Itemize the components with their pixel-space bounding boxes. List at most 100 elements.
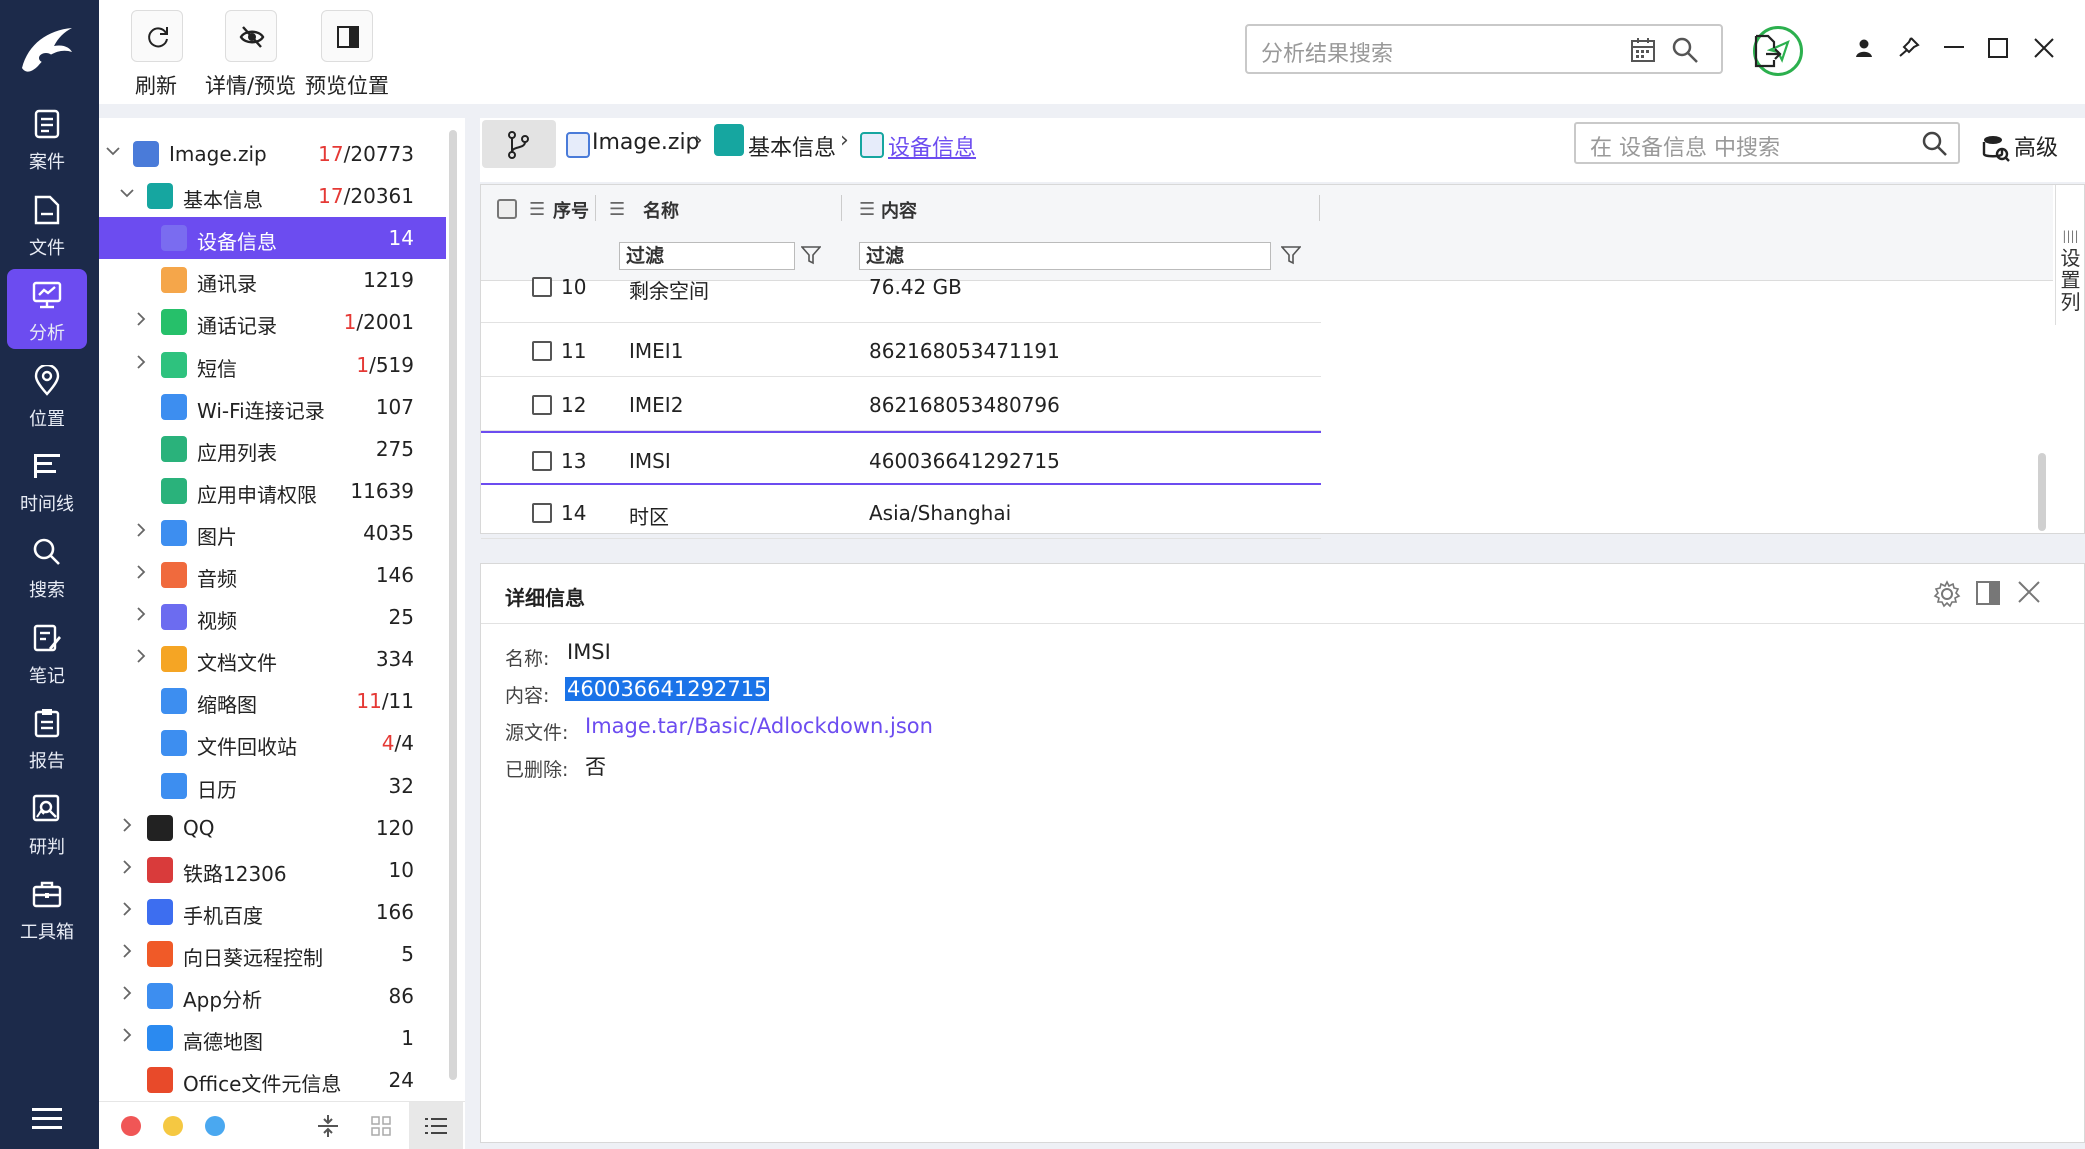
- tree-item[interactable]: 短信 1/519: [99, 344, 446, 386]
- chevron-right-icon[interactable]: [119, 985, 135, 1001]
- row-checkbox[interactable]: [532, 395, 552, 415]
- nav-item-case[interactable]: 案件: [7, 98, 87, 178]
- tree-item[interactable]: Image.zip 17/20773: [99, 133, 446, 175]
- nav-item-report[interactable]: 报告: [7, 697, 87, 777]
- table-row[interactable]: 10 剩余空间 76.42 GB: [481, 269, 1321, 323]
- nav-item-search[interactable]: 搜索: [7, 526, 87, 606]
- search-icon[interactable]: [1922, 131, 1948, 157]
- table-row[interactable]: 13 IMSI 460036641292715: [481, 431, 1321, 485]
- nav-item-judge[interactable]: 研判: [7, 783, 87, 863]
- content-filter-input[interactable]: 过滤: [859, 242, 1271, 270]
- chevron-right-icon[interactable]: [119, 901, 135, 917]
- breadcrumb-root[interactable]: Image.zip: [592, 130, 700, 155]
- row-checkbox[interactable]: [532, 277, 552, 297]
- tree-item[interactable]: 文档文件 334: [99, 638, 446, 680]
- tree-item[interactable]: App分析 86: [99, 975, 446, 1017]
- tree-item[interactable]: 图片 4035: [99, 512, 446, 554]
- close-icon[interactable]: [2034, 38, 2054, 58]
- tree-item[interactable]: 高德地图 1: [99, 1017, 446, 1059]
- row-checkbox[interactable]: [532, 503, 552, 523]
- pin-icon[interactable]: [1898, 36, 1920, 58]
- grid-view-icon[interactable]: [371, 1116, 391, 1136]
- tree-item[interactable]: Wi-Fi连接记录 107: [99, 386, 446, 428]
- maximize-icon[interactable]: [1988, 38, 2008, 58]
- nav-item-analysis[interactable]: 分析: [7, 269, 87, 350]
- nav-item-file[interactable]: 文件: [7, 184, 87, 264]
- chevron-right-icon[interactable]: [133, 564, 149, 580]
- export-file-icon[interactable]: [1752, 34, 1782, 68]
- tree-item[interactable]: 应用列表 275: [99, 428, 446, 470]
- nav-item-note[interactable]: 笔记: [7, 612, 87, 692]
- chevron-right-icon[interactable]: [119, 943, 135, 959]
- column-header-content[interactable]: 内容: [881, 197, 917, 223]
- filter-icon[interactable]: [1281, 245, 1301, 265]
- chevron-down-icon[interactable]: [105, 143, 121, 159]
- select-all-checkbox[interactable]: [497, 199, 517, 219]
- tree-item[interactable]: 音频 146: [99, 554, 446, 596]
- breadcrumb-category[interactable]: 基本信息: [748, 130, 836, 162]
- filter-icon[interactable]: [801, 245, 821, 265]
- tree-item[interactable]: 基本信息 17/20361: [99, 175, 446, 217]
- tree-item[interactable]: 通讯录 1219: [99, 259, 446, 301]
- tree-item[interactable]: 缩略图 11/11: [99, 680, 446, 722]
- chevron-right-icon[interactable]: [133, 354, 149, 370]
- table-row[interactable]: 14 时区 Asia/Shanghai: [481, 485, 1321, 539]
- table-row[interactable]: 12 IMEI2 862168053480796: [481, 377, 1321, 431]
- section-search-input[interactable]: 在 设备信息 中搜索: [1574, 122, 1960, 164]
- column-divider[interactable]: [841, 195, 842, 221]
- tree-item[interactable]: 手机百度 166: [99, 891, 446, 933]
- chevron-right-icon[interactable]: [119, 859, 135, 875]
- tree-item[interactable]: 视频 25: [99, 596, 446, 638]
- nav-item-timeline[interactable]: 时间线: [7, 440, 87, 520]
- search-icon[interactable]: [1671, 36, 1699, 64]
- gear-icon[interactable]: [1933, 580, 1961, 608]
- column-header-index[interactable]: 序号: [553, 197, 589, 223]
- column-header-name[interactable]: 名称: [643, 197, 679, 223]
- tree-item[interactable]: 铁路12306 10: [99, 849, 446, 891]
- chevron-down-icon[interactable]: [119, 185, 135, 201]
- column-divider[interactable]: [1319, 195, 1320, 221]
- detail-preview-button[interactable]: [225, 10, 277, 62]
- tree-item[interactable]: 文件回收站 4/4: [99, 722, 446, 764]
- chevron-right-icon[interactable]: [133, 648, 149, 664]
- tree-scrollbar[interactable]: [449, 130, 457, 1080]
- detail-source-link[interactable]: Image.tar/Basic/Adlockdown.json: [585, 714, 933, 738]
- red-dot-icon[interactable]: [121, 1116, 141, 1136]
- tree-item[interactable]: QQ 120: [99, 807, 446, 849]
- name-filter-input[interactable]: 过滤: [619, 242, 795, 270]
- tree-item[interactable]: 日历 32: [99, 765, 446, 807]
- column-divider[interactable]: [595, 195, 596, 221]
- tree-item[interactable]: 应用申请权限 11639: [99, 470, 446, 512]
- chevron-right-icon[interactable]: [119, 1027, 135, 1043]
- refresh-button[interactable]: [131, 10, 183, 62]
- column-menu-icon[interactable]: ☰: [859, 199, 875, 220]
- analysis-search-input[interactable]: 分析结果搜索: [1245, 24, 1723, 74]
- column-menu-icon[interactable]: ☰: [609, 199, 625, 220]
- minimize-icon[interactable]: [1944, 46, 1964, 50]
- calendar-icon[interactable]: [1629, 36, 1657, 64]
- chevron-right-icon[interactable]: [133, 606, 149, 622]
- yellow-dot-icon[interactable]: [163, 1116, 183, 1136]
- tree-item[interactable]: Office文件元信息 24: [99, 1059, 446, 1101]
- tree-item[interactable]: 通话记录 1/2001: [99, 301, 446, 343]
- detail-content-value[interactable]: 460036641292715: [565, 677, 770, 701]
- column-menu-icon[interactable]: ☰: [529, 199, 545, 220]
- nav-item-toolbox[interactable]: 工具箱: [7, 868, 87, 948]
- tree-item[interactable]: 向日葵远程控制 5: [99, 933, 446, 975]
- branch-button[interactable]: [482, 120, 556, 168]
- settings-columns-button[interactable]: |||| 设置列: [2055, 185, 2085, 325]
- table-row[interactable]: 11 IMEI1 862168053471191: [481, 323, 1321, 377]
- user-icon[interactable]: [1854, 38, 1874, 58]
- tree-item[interactable]: 设备信息 14: [99, 217, 446, 260]
- chevron-right-icon[interactable]: [133, 522, 149, 538]
- list-view-button[interactable]: [409, 1102, 463, 1149]
- preview-position-button[interactable]: [321, 10, 373, 62]
- grid-scrollbar[interactable]: [2038, 453, 2046, 531]
- panel-right-icon[interactable]: [1975, 580, 2001, 606]
- blue-dot-icon[interactable]: [205, 1116, 225, 1136]
- row-checkbox[interactable]: [532, 451, 552, 471]
- chevron-right-icon[interactable]: [119, 817, 135, 833]
- close-icon[interactable]: [2017, 580, 2041, 604]
- menu-icon[interactable]: [32, 1108, 62, 1130]
- collapse-icon[interactable]: [317, 1114, 339, 1138]
